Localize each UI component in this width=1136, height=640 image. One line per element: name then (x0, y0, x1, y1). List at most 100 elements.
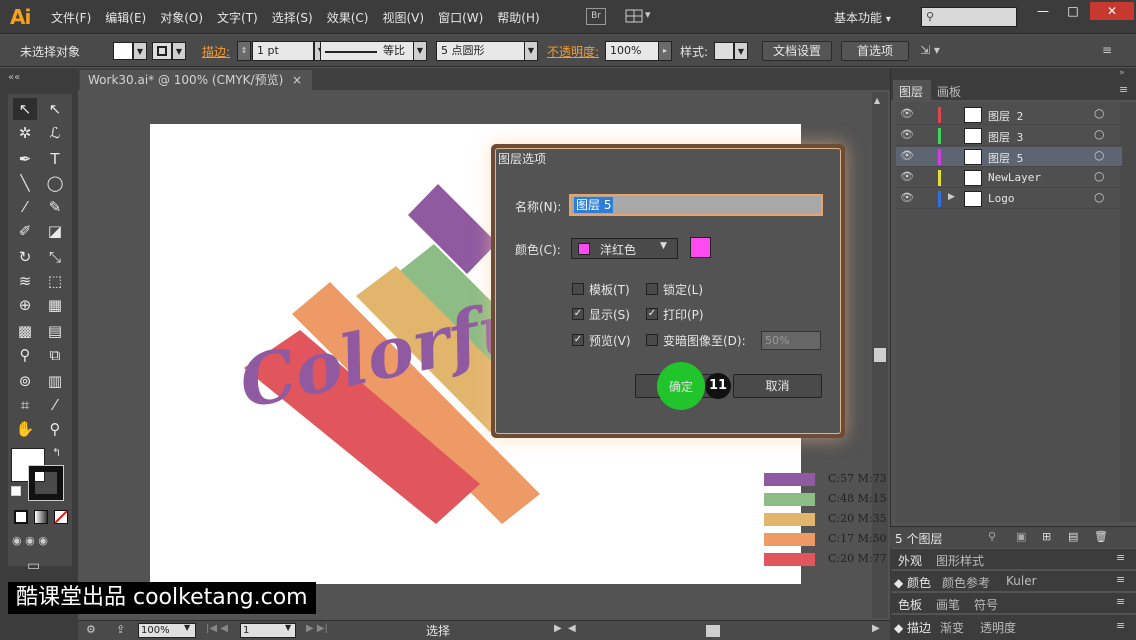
artboard-tool-icon[interactable]: ⌗ (13, 394, 37, 416)
chevron-down-icon[interactable]: ▼ (413, 41, 427, 61)
tab-graphic-styles[interactable]: 图形样式 (936, 552, 984, 569)
layer-name[interactable]: NewLayer (988, 171, 1041, 184)
panel-menu-icon[interactable]: ≡ (1119, 83, 1128, 96)
print-checkbox[interactable]: ✓ (646, 308, 658, 320)
target-circle-icon[interactable]: ○ (1094, 148, 1104, 162)
target-circle-icon[interactable]: ○ (1094, 106, 1104, 120)
panel-menu-icon[interactable]: ≡ (1116, 573, 1125, 586)
menu-window[interactable]: 窗口(W) (431, 9, 490, 26)
chevron-down-icon[interactable]: ▼ (133, 42, 147, 60)
eyedropper-tool-icon[interactable]: ⚲ (13, 344, 37, 366)
menu-edit[interactable]: 编辑(E) (98, 9, 153, 26)
type-tool-icon[interactable]: T (43, 148, 67, 170)
legend-swatch[interactable] (764, 493, 815, 506)
scale-tool-icon[interactable]: ⤡ (43, 246, 67, 268)
color-swatch-button[interactable] (690, 237, 711, 258)
color-mode-icon[interactable] (14, 510, 28, 524)
horizontal-scrollbar[interactable] (578, 625, 868, 637)
warp-tool-icon[interactable]: ≋ (13, 270, 37, 292)
bridge-button[interactable]: Br (586, 8, 606, 25)
first-page-icon[interactable]: |◀ ◀ (206, 623, 228, 634)
menu-object[interactable]: 对象(O) (153, 9, 210, 26)
eye-icon[interactable]: 👁 (900, 170, 914, 183)
tab-transparency[interactable]: 透明度 (980, 619, 1016, 636)
preferences-button[interactable]: 首选项 (841, 41, 909, 61)
direct-selection-tool-icon[interactable]: ↖ (43, 98, 67, 120)
perspective-grid-tool-icon[interactable]: ▦ (43, 294, 67, 316)
hand-tool-icon[interactable]: ✋ (13, 418, 37, 440)
eye-icon[interactable]: 👁 (900, 107, 914, 120)
menu-help[interactable]: 帮助(H) (490, 9, 546, 26)
shape-builder-tool-icon[interactable]: ⊕ (13, 294, 37, 316)
layer-row[interactable]: 👁 图层 5 ○ (896, 147, 1122, 167)
opacity-label[interactable]: 不透明度: (547, 43, 599, 60)
color-dropdown[interactable]: 洋红色 ▼ (571, 238, 678, 259)
tab-swatches[interactable]: 色板 (898, 596, 922, 613)
eye-icon[interactable]: 👁 (900, 149, 914, 162)
stroke-color-box[interactable] (28, 465, 64, 501)
column-graph-tool-icon[interactable]: ▥ (43, 370, 67, 392)
swap-colors-icon[interactable]: ↰ (52, 446, 61, 459)
legend-swatch[interactable] (764, 513, 815, 526)
collapse-icon[interactable]: » (1119, 68, 1125, 78)
layer-name[interactable]: 图层 2 (988, 108, 1023, 124)
tab-color[interactable]: ◆ 颜色 (894, 574, 931, 591)
close-button[interactable]: ✕ (1090, 2, 1134, 20)
status-settings-icon[interactable]: ⚙ (86, 623, 96, 636)
target-circle-icon[interactable]: ○ (1094, 127, 1104, 141)
graphic-style-swatch[interactable] (714, 42, 734, 60)
tab-appearance[interactable]: 外观 (898, 552, 922, 569)
clipping-mask-icon[interactable]: ▣ (1016, 530, 1026, 543)
pen-tool-icon[interactable]: ✒ (13, 148, 37, 170)
menu-file[interactable]: 文件(F) (44, 9, 98, 26)
target-circle-icon[interactable]: ○ (1094, 190, 1104, 204)
locate-object-icon[interactable]: ⚲ (988, 530, 996, 543)
arrange-documents-button[interactable]: ▾ (625, 8, 655, 25)
panel-menu-icon[interactable]: ≡ (1116, 595, 1125, 608)
eye-icon[interactable]: 👁 (900, 191, 914, 204)
layer-name[interactable]: 图层 5 (988, 150, 1023, 166)
paintbrush-tool-icon[interactable]: ⁄ (13, 196, 37, 218)
last-page-icon[interactable]: ▶ ▶| (306, 623, 328, 634)
minimize-button[interactable]: — (1028, 2, 1058, 20)
share-icon[interactable]: ⇪ (116, 623, 125, 636)
mesh-tool-icon[interactable]: ▩ (13, 320, 37, 342)
line-tool-icon[interactable]: ╲ (13, 172, 37, 194)
layers-scrollbar[interactable] (1120, 102, 1136, 522)
close-icon[interactable]: × (292, 70, 302, 90)
slice-tool-icon[interactable]: ⁄ (43, 394, 67, 416)
menu-type[interactable]: 文字(T) (210, 9, 265, 26)
panel-menu-icon[interactable]: ≡ (1116, 551, 1125, 564)
layer-row[interactable]: 👁 NewLayer ○ (896, 168, 1122, 188)
selection-tool-icon[interactable]: ↖ (13, 98, 37, 120)
tab-gradient[interactable]: 渐变 (940, 619, 964, 636)
stroke-weight-field[interactable]: 1 pt (252, 41, 314, 61)
tab-stroke[interactable]: ◆ 描边 (894, 619, 931, 636)
chevron-down-icon[interactable]: ▼ (285, 623, 291, 632)
scroll-thumb[interactable] (874, 348, 886, 362)
template-checkbox[interactable] (572, 283, 584, 295)
opacity-field[interactable]: 100% (605, 41, 661, 61)
ellipse-tool-icon[interactable]: ◯ (43, 172, 67, 194)
chevron-right-icon[interactable]: ▶ (554, 623, 562, 634)
gradient-mode-icon[interactable] (34, 510, 48, 524)
rotate-tool-icon[interactable]: ↻ (13, 246, 37, 268)
new-layer-icon[interactable]: ▤ (1068, 530, 1078, 543)
blob-brush-tool-icon[interactable]: ✐ (13, 220, 37, 242)
lock-checkbox[interactable] (646, 283, 658, 295)
variable-width-profile[interactable]: 等比 (320, 41, 426, 61)
layer-row[interactable]: 👁 图层 3 ○ (896, 126, 1122, 146)
expand-triangle-icon[interactable]: ▶ (948, 192, 955, 202)
gradient-tool-icon[interactable]: ▤ (43, 320, 67, 342)
help-search-input[interactable]: ⚲ (921, 7, 1017, 27)
chevron-down-icon[interactable]: ▼ (734, 42, 748, 60)
menu-view[interactable]: 视图(V) (375, 9, 431, 26)
collapse-icon[interactable]: «« (8, 72, 20, 83)
none-mode-icon[interactable] (54, 510, 68, 524)
panel-menu-icon[interactable]: ≡ (1102, 43, 1112, 57)
dim-percent-input[interactable]: 50% (761, 331, 821, 350)
layer-row[interactable]: 👁 ▶ Logo ○ (896, 189, 1122, 209)
tab-brushes[interactable]: 画笔 (936, 596, 960, 613)
panel-menu-icon[interactable]: ≡ (1116, 619, 1125, 632)
stroke-swatch[interactable] (152, 42, 172, 60)
